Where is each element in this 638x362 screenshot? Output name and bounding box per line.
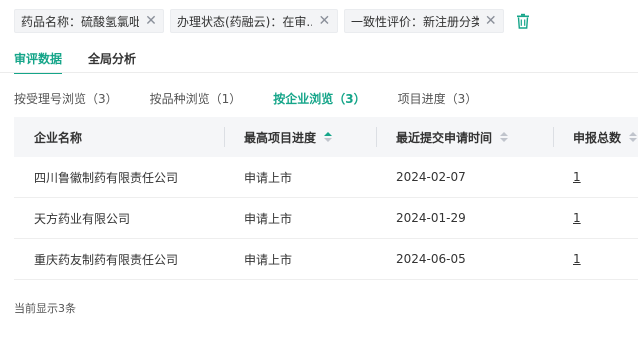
sort-icon[interactable] bbox=[500, 132, 509, 142]
clear-filters-button[interactable] bbox=[512, 9, 534, 33]
column-header-label: 申报总数 bbox=[573, 130, 622, 145]
sort-icon[interactable] bbox=[324, 132, 333, 142]
company-table: 企业名称 最高项目进度 最近提交申请时间 申报总数 四川鲁徽制药有限责任公司 申… bbox=[14, 117, 638, 280]
cell-date: 2024-02-07 bbox=[396, 170, 466, 184]
filter-tag-consistency[interactable]: 一致性评价：新注册分类... ✕ bbox=[344, 9, 504, 33]
filter-bar: 药品名称：硫酸氢氯吡格... ✕ 办理状态(药融云)：在审... ✕ 一致性评价… bbox=[14, 9, 534, 33]
cell-total-link[interactable]: 1 bbox=[553, 252, 638, 266]
column-header-total-filings[interactable]: 申报总数 bbox=[553, 117, 638, 157]
subtab-by-variety[interactable]: 按品种浏览（1） bbox=[150, 90, 242, 107]
cell-date: 2024-06-05 bbox=[396, 252, 466, 266]
cell-total-link[interactable]: 1 bbox=[553, 211, 638, 225]
subtab-project-progress[interactable]: 项目进度（3） bbox=[398, 90, 478, 107]
filter-tag-status[interactable]: 办理状态(药融云)：在审... ✕ bbox=[170, 9, 338, 33]
column-header-label: 最高项目进度 bbox=[244, 130, 317, 145]
cell-progress: 申请上市 bbox=[244, 170, 293, 185]
sort-icon[interactable] bbox=[629, 132, 638, 142]
result-count: 当前显示3条 bbox=[14, 302, 76, 315]
cell-date: 2024-01-29 bbox=[396, 211, 466, 225]
column-header-label: 企业名称 bbox=[34, 130, 83, 145]
tab-global-analysis[interactable]: 全局分析 bbox=[88, 50, 136, 74]
cell-company: 重庆药友制药有限责任公司 bbox=[34, 252, 179, 267]
filter-tag-drug-name[interactable]: 药品名称：硫酸氢氯吡格... ✕ bbox=[14, 9, 164, 33]
subtab-by-acceptance[interactable]: 按受理号浏览（3） bbox=[14, 90, 118, 107]
close-icon[interactable]: ✕ bbox=[318, 14, 331, 28]
column-header-highest-progress[interactable]: 最高项目进度 bbox=[224, 117, 376, 157]
close-icon[interactable]: ✕ bbox=[485, 14, 497, 28]
filter-tag-label: 一致性评价：新注册分类... bbox=[351, 14, 479, 29]
trash-icon bbox=[517, 13, 529, 29]
cell-progress: 申请上市 bbox=[244, 211, 293, 226]
table-header: 企业名称 最高项目进度 最近提交申请时间 申报总数 bbox=[14, 117, 638, 157]
table-row: 重庆药友制药有限责任公司 申请上市 2024-06-05 1 bbox=[14, 239, 638, 280]
table-row: 四川鲁徽制药有限责任公司 申请上市 2024-02-07 1 bbox=[14, 157, 638, 198]
cell-company: 四川鲁徽制药有限责任公司 bbox=[34, 170, 179, 185]
sub-tabs: 按受理号浏览（3） 按品种浏览（1） 按企业浏览（3） 项目进度（3） bbox=[14, 90, 509, 107]
filter-tag-label: 药品名称：硫酸氢氯吡格... bbox=[21, 14, 139, 29]
main-tabs: 审评数据 全局分析 bbox=[14, 50, 162, 74]
subtab-by-company[interactable]: 按企业浏览（3） bbox=[273, 90, 365, 107]
cell-progress: 申请上市 bbox=[244, 252, 293, 267]
column-header-label: 最近提交申请时间 bbox=[396, 130, 493, 145]
cell-total-link[interactable]: 1 bbox=[553, 170, 638, 184]
column-header-latest-submission[interactable]: 最近提交申请时间 bbox=[376, 117, 553, 157]
table-row: 天方药业有限公司 申请上市 2024-01-29 1 bbox=[14, 198, 638, 239]
tab-review-data[interactable]: 审评数据 bbox=[14, 50, 63, 74]
cell-company: 天方药业有限公司 bbox=[34, 211, 131, 226]
column-header-company: 企业名称 bbox=[14, 117, 224, 157]
filter-tag-label: 办理状态(药融云)：在审... bbox=[177, 14, 312, 29]
tabs-divider bbox=[0, 72, 638, 73]
close-icon[interactable]: ✕ bbox=[145, 14, 157, 28]
